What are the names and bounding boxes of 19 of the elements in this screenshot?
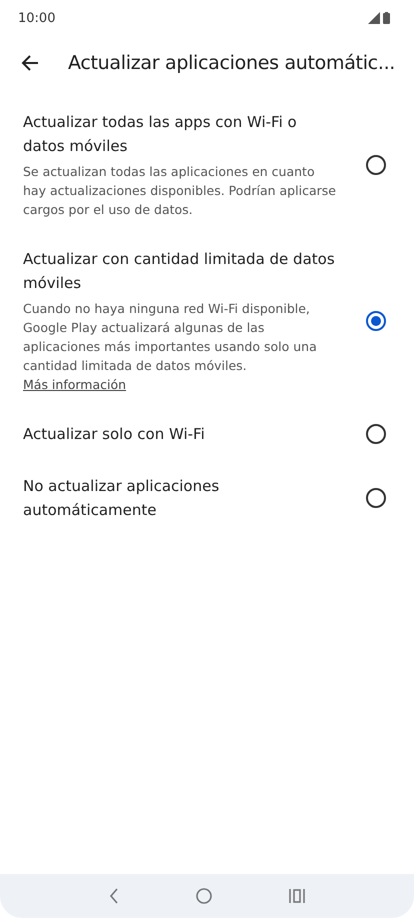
option-title: Actualizar con cantidad limitada de datos móviles [23,249,336,294]
option-description: Se actualizan todas las aplicaciones en cuanto hay actualizaciones disponibles. Podrían aplicarse cargos por el uso de datos. [23,163,336,219]
option-title: Actualizar todas las apps con Wi-Fi o datos móviles [23,112,298,157]
radio-button[interactable] [366,154,386,174]
home-icon[interactable] [196,888,212,904]
option-title: Actualizar solo con Wi-Fi [23,424,206,445]
back-nav-icon[interactable] [108,888,119,904]
back-arrow-icon [20,53,40,73]
battery-icon [383,12,390,24]
signal-icon [368,12,380,24]
option-description: Cuando no haya ninguna red Wi-Fi disponible, Google Play actualizará algunas de las aplicaciones más importantes usando solo una cantidad limitada de datos móviles. Más información [23,300,318,394]
recents-icon[interactable] [289,888,306,904]
radio-button[interactable] [366,424,386,444]
status-time: 10:00 [18,10,56,26]
radio-button[interactable] [366,310,386,330]
page-title: Actualizar aplicaciones automátic... [68,52,396,74]
option-title: No actualizar aplicaciones automáticamente [23,476,220,521]
radio-button[interactable] [366,488,386,508]
more-info-link[interactable]: Más información [23,377,126,392]
